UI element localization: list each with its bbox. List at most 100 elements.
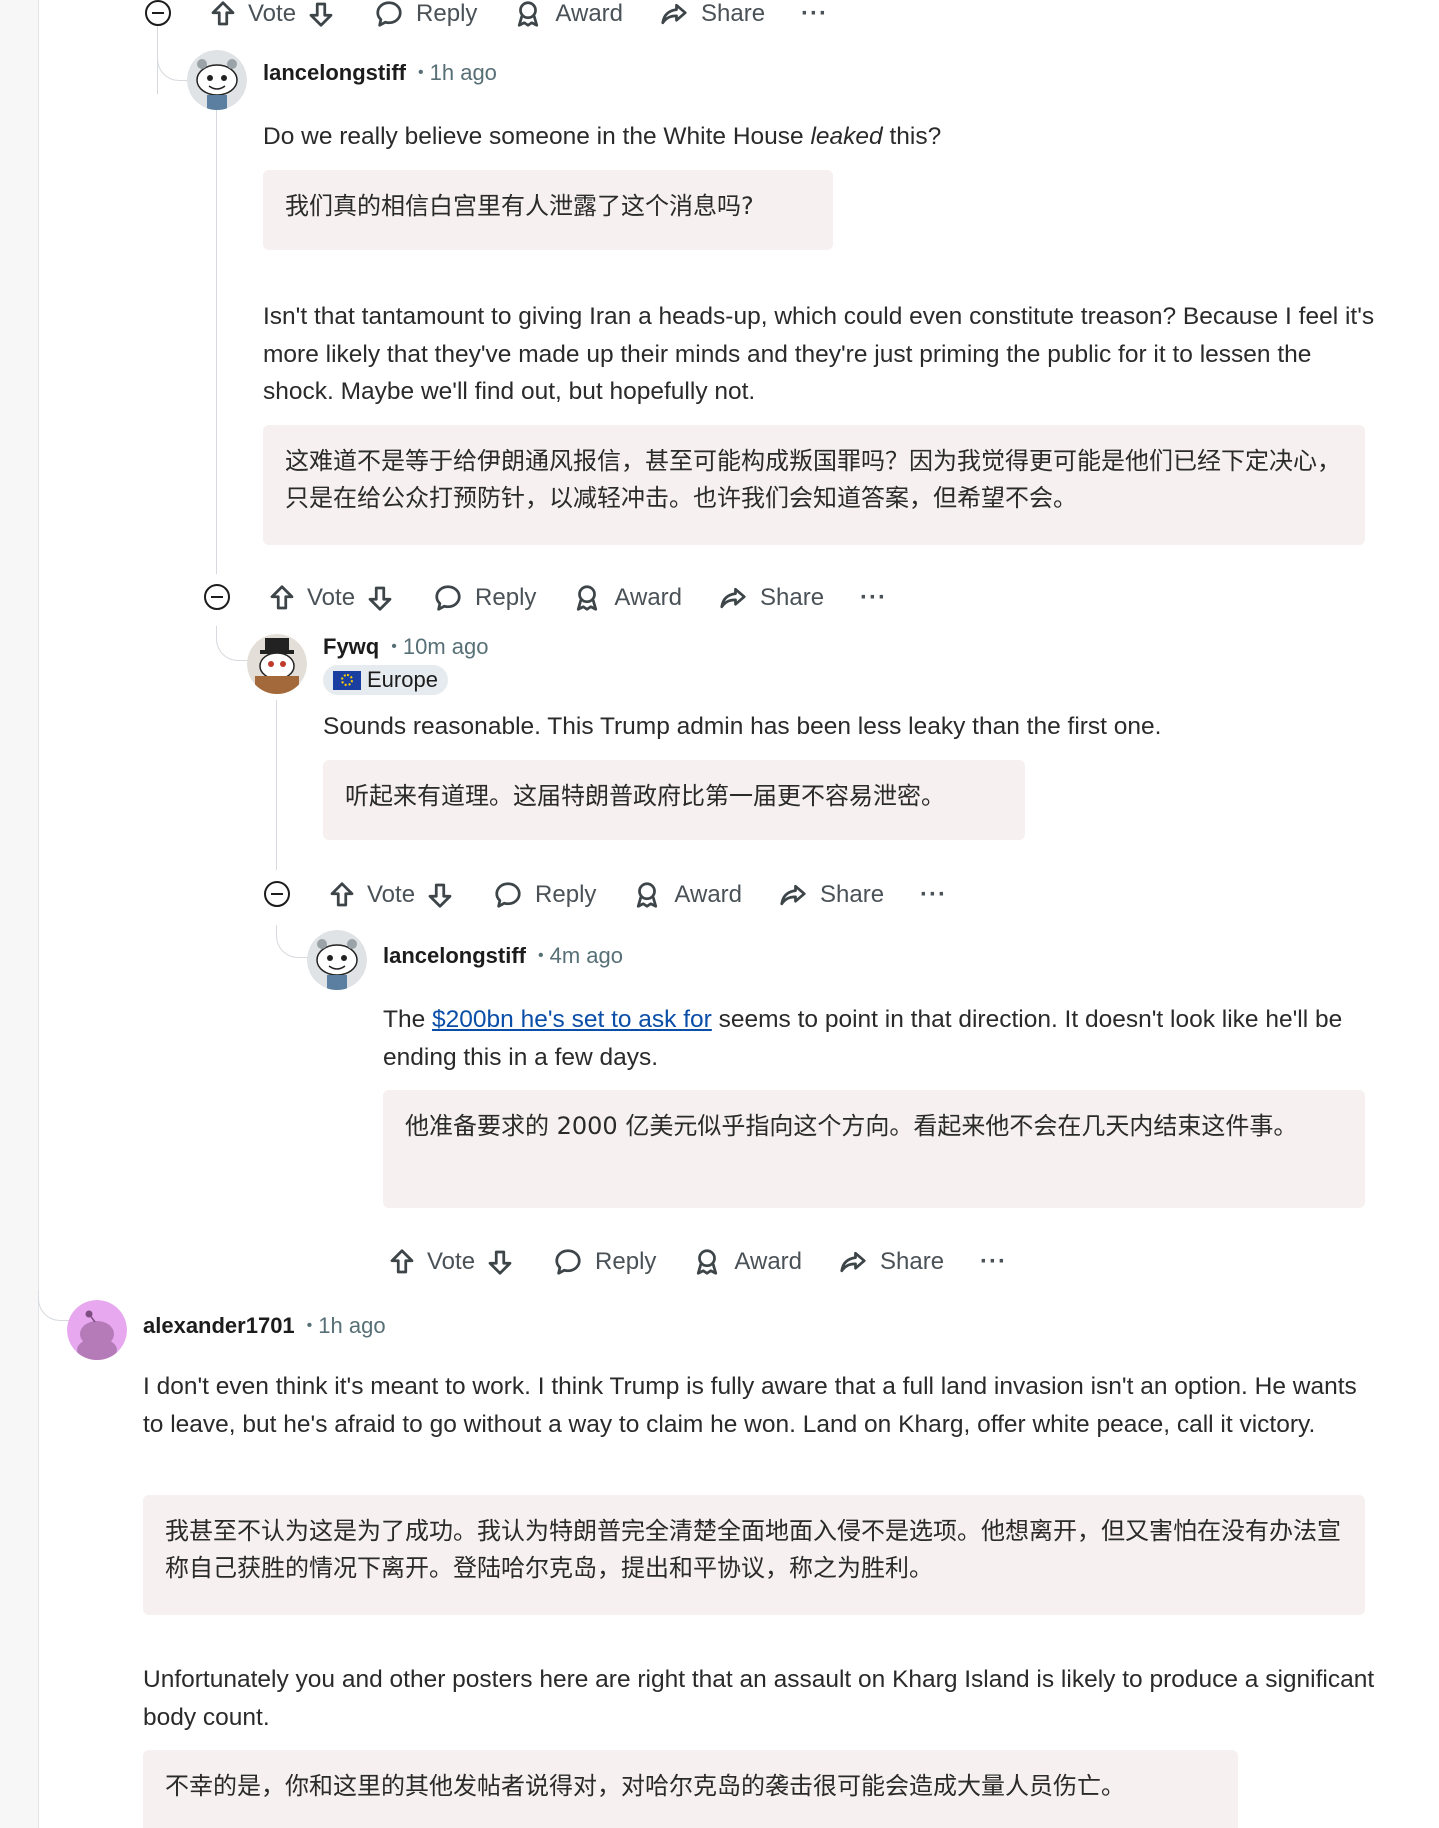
- vote-group: Vote: [379, 1242, 523, 1282]
- award-icon: [690, 1245, 724, 1279]
- vote-label: Vote: [248, 0, 297, 27]
- more-dots-icon: ···: [980, 1248, 1008, 1275]
- downvote-icon[interactable]: [363, 581, 397, 615]
- avatar[interactable]: [247, 634, 307, 694]
- share-icon: [836, 1245, 870, 1279]
- translation-box: 他准备要求的 2000 亿美元似乎指向这个方向。看起来他不会在几天内结束这件事。: [383, 1090, 1365, 1208]
- upvote-icon[interactable]: [206, 0, 240, 31]
- share-label: Share: [760, 584, 825, 611]
- collapse-thread-button[interactable]: [264, 881, 290, 907]
- comment-action-bar: Vote Reply Award Share ···: [379, 1242, 1013, 1282]
- comment-header: lancelongstiff • 1h ago: [263, 60, 497, 86]
- username-link[interactable]: lancelongstiff: [263, 60, 406, 86]
- text-segment: Do we really believe someone in the Whit…: [263, 123, 811, 150]
- downvote-icon[interactable]: [304, 0, 338, 31]
- reply-label: Reply: [595, 1248, 657, 1275]
- collapse-thread-button[interactable]: [204, 584, 230, 610]
- comment-paragraph: Unfortunately you and other posters here…: [143, 1666, 1375, 1731]
- timestamp[interactable]: 1h ago: [318, 1313, 385, 1339]
- award-button[interactable]: Award: [505, 0, 629, 34]
- award-button[interactable]: Award: [624, 875, 748, 915]
- more-options-button[interactable]: ···: [795, 0, 834, 34]
- more-options-button[interactable]: ···: [854, 578, 893, 618]
- share-button[interactable]: Share: [770, 875, 890, 915]
- avatar[interactable]: [67, 1300, 127, 1360]
- translation-text: 这难道不是等于给伊朗通风报信，甚至可能构成叛国罪吗？因为我觉得更可能是他们已经下…: [285, 447, 1341, 512]
- username-link[interactable]: alexander1701: [143, 1313, 295, 1339]
- translation-text: 听起来有道理。这届特朗普政府比第一届更不容易泄密。: [345, 782, 945, 810]
- text-segment: this?: [882, 123, 942, 150]
- reply-bubble-icon: [431, 581, 465, 615]
- reply-button[interactable]: Reply: [545, 1242, 662, 1282]
- thread-connector: [38, 1290, 69, 1321]
- separator-dot: •: [418, 64, 424, 81]
- reply-bubble-icon: [491, 878, 525, 912]
- snoo-avatar-tophat-icon: [247, 634, 307, 694]
- translation-box: 这难道不是等于给伊朗通风报信，甚至可能构成叛国罪吗？因为我觉得更可能是他们已经下…: [263, 425, 1365, 545]
- more-dots-icon: ···: [860, 584, 888, 611]
- downvote-icon[interactable]: [423, 878, 457, 912]
- translation-box: 不幸的是，你和这里的其他发帖者说得对，对哈尔克岛的袭击很可能会造成大量人员伤亡。: [143, 1750, 1238, 1828]
- more-options-button[interactable]: ···: [914, 875, 953, 915]
- snoo-avatar-icon: [307, 930, 367, 990]
- share-button[interactable]: Share: [830, 1242, 950, 1282]
- reply-label: Reply: [535, 881, 597, 908]
- reply-button[interactable]: Reply: [366, 0, 483, 34]
- text-segment: The: [383, 1006, 433, 1033]
- vote-group: Vote: [200, 0, 344, 34]
- reply-button[interactable]: Reply: [425, 578, 542, 618]
- award-label: Award: [614, 584, 682, 611]
- award-button[interactable]: Award: [564, 578, 688, 618]
- translation-text: 不幸的是，你和这里的其他发帖者说得对，对哈尔克岛的袭击很可能会造成大量人员伤亡。: [165, 1772, 1125, 1800]
- award-label: Award: [674, 881, 742, 908]
- timestamp[interactable]: 4m ago: [550, 943, 623, 969]
- eu-flag-icon: [333, 670, 361, 690]
- award-icon: [630, 878, 664, 912]
- separator-dot: •: [538, 947, 544, 964]
- award-button[interactable]: Award: [684, 1242, 808, 1282]
- translation-box: 听起来有道理。这届特朗普政府比第一届更不容易泄密。: [323, 760, 1025, 840]
- comment-paragraph: Isn't that tantamount to giving Iran a h…: [263, 303, 1375, 405]
- comment-header: Fywq • 10m ago: [323, 634, 488, 660]
- share-icon: [657, 0, 691, 31]
- comment-action-bar: Vote Reply Award Share ···: [319, 875, 953, 915]
- comment-header: alexander1701 • 1h ago: [143, 1313, 386, 1339]
- translation-text: 他准备要求的 2000 亿美元似乎指向这个方向。看起来他不会在几天内结束这件事。: [405, 1112, 1298, 1140]
- share-button[interactable]: Share: [710, 578, 830, 618]
- award-label: Award: [555, 0, 623, 27]
- share-label: Share: [820, 881, 885, 908]
- vote-label: Vote: [427, 1248, 476, 1275]
- more-dots-icon: ···: [920, 881, 948, 908]
- comment-header: lancelongstiff • 4m ago: [383, 943, 623, 969]
- upvote-icon[interactable]: [265, 581, 299, 615]
- reply-bubble-icon: [372, 0, 406, 31]
- username-link[interactable]: lancelongstiff: [383, 943, 526, 969]
- share-label: Share: [701, 0, 766, 27]
- page-gutter: [0, 0, 39, 1828]
- snoo-avatar-icon: [187, 50, 247, 110]
- upvote-icon[interactable]: [385, 1245, 419, 1279]
- vote-label: Vote: [307, 584, 356, 611]
- timestamp[interactable]: 10m ago: [403, 634, 489, 660]
- thread-line: [276, 700, 277, 870]
- avatar[interactable]: [187, 50, 247, 110]
- share-button[interactable]: Share: [651, 0, 771, 34]
- award-icon: [511, 0, 545, 31]
- reply-button[interactable]: Reply: [485, 875, 602, 915]
- separator-dot: •: [391, 638, 397, 655]
- reply-bubble-icon: [551, 1245, 585, 1279]
- collapse-thread-button[interactable]: [145, 0, 171, 26]
- upvote-icon[interactable]: [325, 878, 359, 912]
- vote-group: Vote: [319, 875, 463, 915]
- timestamp[interactable]: 1h ago: [430, 60, 497, 86]
- share-icon: [776, 878, 810, 912]
- vote-label: Vote: [367, 881, 416, 908]
- article-link[interactable]: $200bn he's set to ask for: [432, 1006, 712, 1033]
- avatar[interactable]: [307, 930, 367, 990]
- username-link[interactable]: Fywq: [323, 634, 379, 660]
- award-label: Award: [734, 1248, 802, 1275]
- comment-paragraph: I don't even think it's meant to work. I…: [143, 1373, 1357, 1438]
- translation-text: 我们真的相信白宫里有人泄露了这个消息吗?: [285, 192, 754, 220]
- more-options-button[interactable]: ···: [974, 1242, 1013, 1282]
- downvote-icon[interactable]: [483, 1245, 517, 1279]
